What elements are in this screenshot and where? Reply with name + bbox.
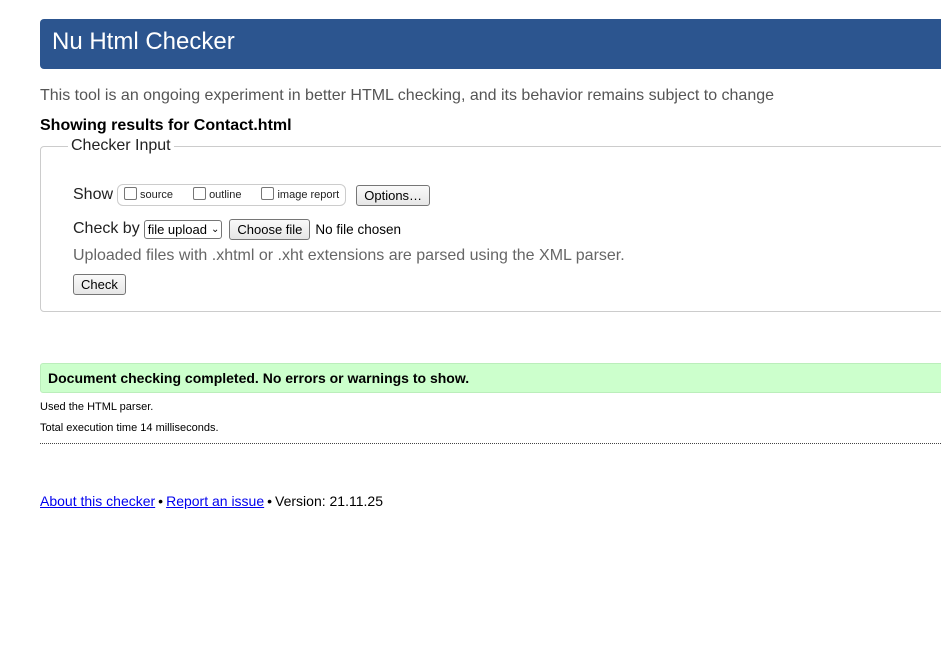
check-button[interactable]: Check: [73, 274, 126, 295]
image-report-checkbox-label[interactable]: image report: [277, 189, 339, 201]
show-options-group: source outline image report: [117, 184, 347, 206]
outline-checkbox-label[interactable]: outline: [209, 189, 241, 201]
image-report-checkbox[interactable]: [261, 186, 275, 200]
intro-text: This tool is an ongoing experiment in be…: [40, 87, 775, 104]
page: Nu Html Checker This tool is an ongoing …: [0, 0, 941, 653]
footer-separator: •: [158, 493, 164, 509]
page-title: Nu Html Checker: [52, 28, 235, 55]
checker-input-legend: Checker Input: [68, 137, 174, 155]
source-checkbox[interactable]: [124, 186, 138, 200]
show-label: Show: [73, 186, 114, 203]
about-checker-link[interactable]: About this checker: [40, 493, 155, 509]
no-file-chosen-text: No file chosen: [315, 221, 401, 237]
results-heading: Showing results for Contact.html: [40, 116, 292, 136]
options-button[interactable]: Options…: [356, 184, 431, 206]
choose-file-button[interactable]: Choose file: [229, 218, 311, 240]
chevron-down-icon: ⌄: [210, 223, 220, 235]
results-heading-prefix: Showing results for: [40, 117, 194, 134]
parser-note: Used the HTML parser.: [40, 401, 154, 413]
xml-parser-note: Uploaded files with .xhtml or .xht exten…: [73, 247, 625, 264]
divider: [40, 443, 941, 444]
footer: About this checker • Report an issue • Versi…: [40, 492, 383, 510]
check-by-select[interactable]: file upload ⌄: [143, 219, 223, 239]
report-issue-link[interactable]: Report an issue: [166, 493, 264, 509]
check-by-row: Check by file upload ⌄ Choose file No fi…: [73, 217, 401, 241]
check-by-selected-value: file upload: [147, 221, 207, 237]
execution-time: Total execution time 14 milliseconds.: [40, 422, 219, 434]
show-row: Show source outline image report Options…: [73, 183, 431, 207]
footer-separator: •: [267, 493, 273, 509]
success-message: Document checking completed. No errors o…: [40, 363, 941, 393]
version-text: Version: 21.11.25: [275, 493, 383, 509]
source-checkbox-label[interactable]: source: [140, 189, 173, 201]
outline-checkbox[interactable]: [193, 186, 207, 200]
check-by-label: Check by: [73, 220, 140, 237]
results-filename: Contact.html: [193, 117, 292, 134]
header-bar: Nu Html Checker: [40, 19, 941, 69]
